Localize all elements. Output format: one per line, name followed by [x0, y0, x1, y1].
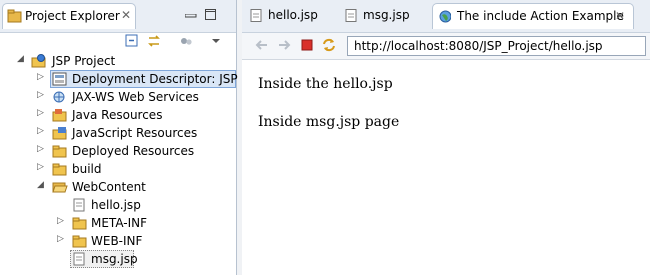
minimize-icon[interactable] [185, 14, 197, 18]
jsp-file-icon [73, 252, 85, 266]
collapse-all-icon[interactable] [125, 34, 139, 48]
project-explorer-icon [7, 9, 22, 23]
jsp-file-icon [250, 9, 262, 22]
tab-label: The include Action Example [457, 9, 624, 23]
view-menu-icon[interactable] [209, 34, 223, 48]
tree-item-jsp-project[interactable]: ◢ JSP Project [0, 52, 236, 70]
tab-hello-jsp[interactable]: hello.jsp [244, 3, 330, 29]
tree-item-deployed-resources[interactable]: ▷ Deployed Resources [0, 142, 236, 160]
tree-item-deployment-descriptor[interactable]: ▷ Deployment Descriptor: JSP P [0, 70, 249, 88]
browser-toolbar: http://localhost:8080/JSP_Project/hello.… [242, 33, 650, 60]
explorer-toolbar [0, 32, 236, 50]
collapsed-arrow-icon[interactable]: ▷ [37, 90, 47, 100]
tree-item-label: JavaScript Resources [72, 126, 198, 140]
tree-item-label: msg.jsp [91, 252, 138, 266]
deployment-descriptor-icon [52, 72, 67, 86]
project-icon [31, 54, 46, 68]
tab-project-explorer[interactable]: Project Explorer ✕ [2, 3, 136, 29]
maximize-icon[interactable] [205, 9, 217, 21]
tree-item-jax-ws[interactable]: ▷ JAX-WS Web Services [0, 88, 236, 106]
jsp-file-icon [345, 9, 357, 22]
collapsed-arrow-icon[interactable]: ▷ [37, 144, 47, 154]
folder-icon [72, 217, 87, 230]
tree-item-web-inf[interactable]: ▷ WEB-INF [0, 232, 236, 250]
tree-item-label: Java Resources [72, 108, 163, 122]
tree-item-hello-jsp[interactable]: hello.jsp [0, 196, 236, 214]
javascript-resources-icon [52, 127, 67, 140]
tree-item-label: Deployment Descriptor: JSP P [72, 72, 249, 86]
tree-item-label: WebContent [72, 180, 146, 194]
forward-arrow-icon[interactable] [277, 38, 293, 52]
tab-label: hello.jsp [268, 8, 318, 22]
folder-icon [52, 163, 67, 176]
tree-item-label: hello.jsp [91, 198, 141, 212]
collapsed-arrow-icon[interactable]: ▷ [37, 108, 47, 118]
globe-icon [439, 10, 451, 23]
java-resources-icon [52, 109, 67, 122]
collapsed-arrow-icon[interactable]: ▷ [57, 216, 67, 226]
tree-item-label: META-INF [91, 216, 148, 230]
link-with-editor-icon[interactable] [147, 34, 161, 48]
refresh-icon[interactable] [321, 37, 337, 53]
page-content: Inside the hello.jsp Inside msg.jsp page [242, 60, 650, 275]
collapsed-arrow-icon[interactable]: ▷ [37, 72, 47, 82]
content-line: Inside the hello.jsp [258, 76, 393, 92]
filters-icon[interactable] [179, 34, 193, 48]
folder-open-icon [52, 182, 68, 193]
expanded-arrow-icon[interactable]: ◢ [17, 54, 27, 64]
stop-icon[interactable] [300, 38, 314, 52]
folder-icon [72, 235, 87, 248]
project-explorer-view: Project Explorer ✕ ◢ JSP Project ▷ Deplo… [0, 0, 249, 275]
deployed-resources-icon [52, 145, 67, 158]
browser-editor: hello.jsp msg.jsp The include Action Exa… [242, 0, 650, 275]
editor-tab-bar: hello.jsp msg.jsp The include Action Exa… [242, 0, 650, 33]
tree-item-label: WEB-INF [91, 234, 143, 248]
tree-item-label: Deployed Resources [72, 144, 195, 158]
back-arrow-icon[interactable] [254, 38, 270, 52]
tree-item-label: build [72, 162, 102, 176]
explorer-tab-bar: Project Explorer ✕ [0, 0, 236, 33]
close-icon[interactable]: ✕ [121, 8, 131, 22]
tree-item-javascript-resources[interactable]: ▷ JavaScript Resources [0, 124, 236, 142]
tab-include-action-example[interactable]: The include Action Example ✕ [432, 3, 634, 29]
tree-item-msg-jsp[interactable]: msg.jsp [0, 250, 236, 268]
close-icon[interactable]: ✕ [615, 9, 625, 23]
tab-project-explorer-label: Project Explorer [25, 9, 120, 23]
tree-item-build[interactable]: ▷ build [0, 160, 236, 178]
expanded-arrow-icon[interactable]: ◢ [37, 180, 47, 190]
tree-item-label: JAX-WS Web Services [72, 90, 199, 104]
tree-item-java-resources[interactable]: ▷ Java Resources [0, 106, 236, 124]
tree-item-meta-inf[interactable]: ▷ META-INF [0, 214, 236, 232]
tree-item-label: JSP Project [52, 54, 116, 68]
collapsed-arrow-icon[interactable]: ▷ [37, 162, 47, 172]
web-services-icon [53, 91, 65, 103]
collapsed-arrow-icon[interactable]: ▷ [57, 234, 67, 244]
tree-item-webcontent[interactable]: ◢ WebContent [0, 178, 236, 196]
collapsed-arrow-icon[interactable]: ▷ [37, 126, 47, 136]
content-line: Inside msg.jsp page [258, 114, 400, 130]
tab-label: msg.jsp [363, 8, 410, 22]
tab-msg-jsp[interactable]: msg.jsp [339, 3, 425, 29]
jsp-file-icon [73, 198, 85, 212]
url-input[interactable]: http://localhost:8080/JSP_Project/hello.… [347, 36, 646, 56]
